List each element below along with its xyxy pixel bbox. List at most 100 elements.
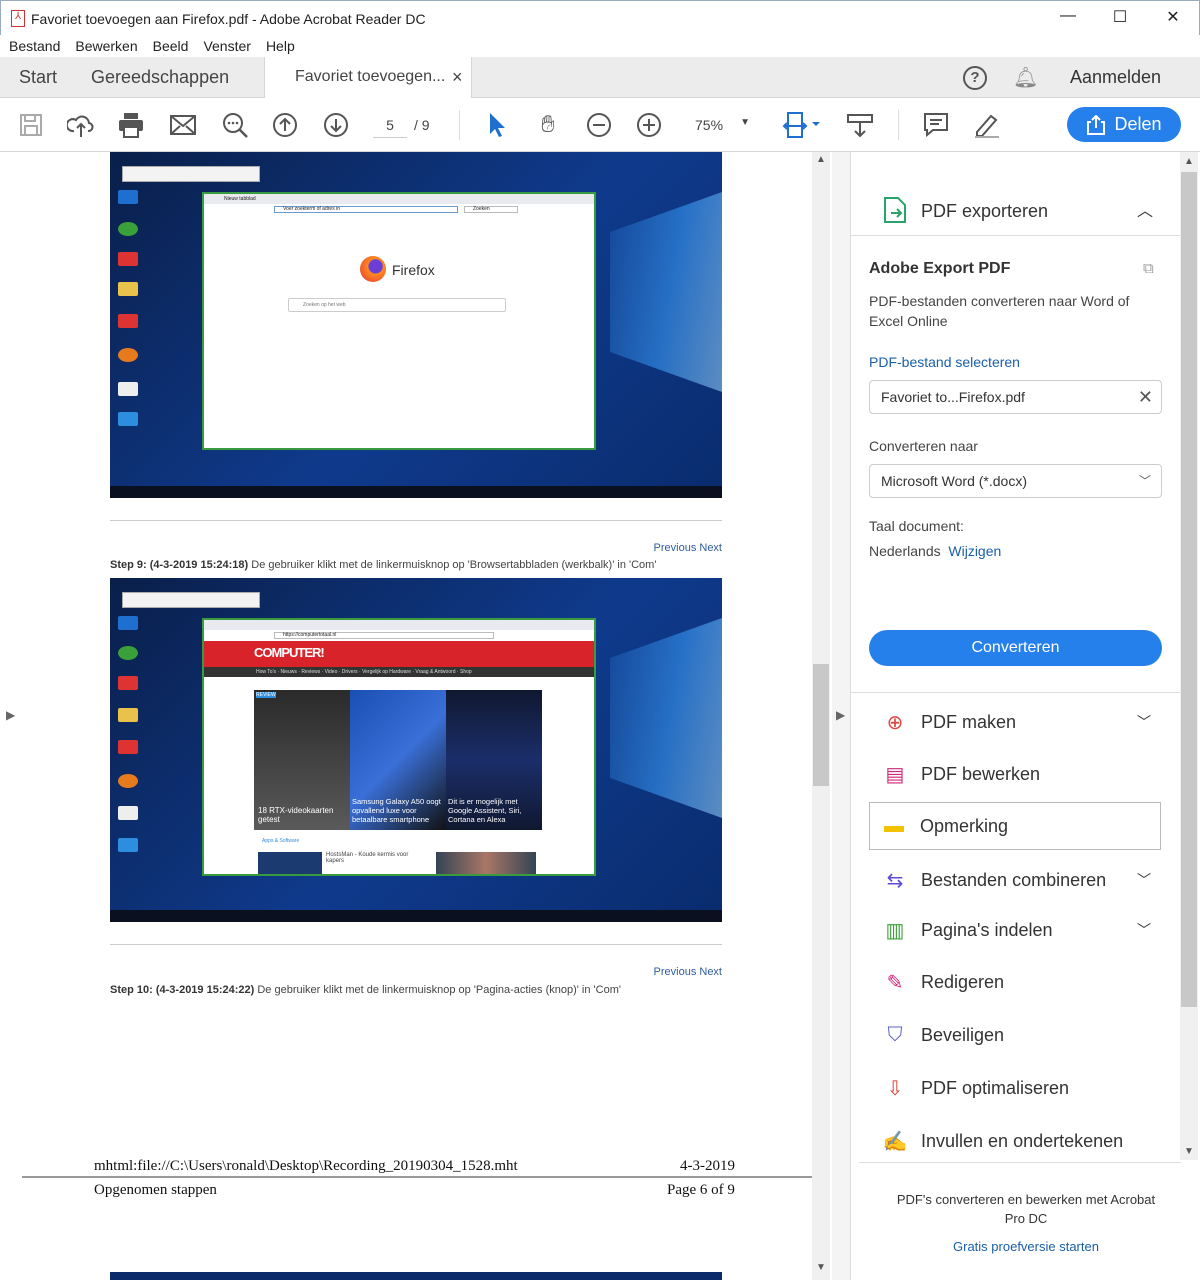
highlight-pen-icon[interactable] — [970, 108, 1004, 142]
zoom-dropdown[interactable]: 75% ▼ — [682, 117, 758, 133]
email-icon[interactable] — [166, 108, 200, 142]
screenshot-step-9: https://computertotaal.nl COMPUTER! How … — [110, 578, 722, 922]
chevron-up-icon[interactable]: ︿ — [1137, 197, 1153, 221]
export-pdf-icon — [883, 196, 907, 229]
footer-title: Opgenomen stappen — [94, 1182, 217, 1198]
tool-organize-pages[interactable]: ▥ Pagina's indelen ﹀ — [871, 910, 1163, 950]
scroll-mode-icon[interactable] — [843, 108, 877, 142]
promo-text: PDF's converteren en bewerken met Acroba… — [896, 1192, 1156, 1226]
browser-window: https://computertotaal.nl COMPUTER! How … — [202, 618, 596, 876]
export-pdf-header[interactable]: PDF exporteren ︿ — [851, 182, 1181, 236]
select-file-link[interactable]: PDF-bestand selecteren — [869, 354, 1020, 370]
toolbar: 5 / 9 ✋︎ 75% ▼ Delen — [0, 98, 1200, 152]
select-cursor-icon[interactable] — [480, 108, 514, 142]
export-pdf-title: PDF exporteren — [921, 201, 1049, 221]
document-scrollbar[interactable]: ▲ ▼ — [812, 152, 830, 1280]
convert-to-value: Microsoft Word (*.docx) — [881, 473, 1027, 489]
selected-file-value: Favoriet to...Firefox.pdf — [881, 389, 1025, 405]
menu-help[interactable]: Help — [266, 38, 295, 54]
pdf-page: Nieuw tabblad Voer zoekterm of adres in … — [22, 152, 812, 1280]
browser-tab-label: Nieuw tabblad — [204, 194, 594, 204]
tab-document[interactable]: Favoriet toevoegen... × — [264, 57, 472, 99]
menu-beeld[interactable]: Beeld — [153, 38, 189, 54]
free-trial-link[interactable]: Gratis proefversie starten — [891, 1239, 1161, 1254]
tool-optimize-pdf[interactable]: ⇩ PDF optimaliseren — [871, 1068, 1163, 1108]
scrollbar-thumb[interactable] — [1181, 172, 1197, 1007]
hand-tool-icon[interactable]: ✋︎ — [531, 108, 565, 142]
tool-label: PDF maken — [921, 711, 1017, 732]
scrollbar-thumb[interactable] — [813, 664, 829, 786]
tool-edit-pdf[interactable]: ▤ PDF bewerken — [871, 754, 1163, 794]
combine-files-icon: ⇆ — [886, 869, 904, 892]
tab-close-icon[interactable]: × — [452, 57, 463, 97]
fill-sign-icon: ✍ — [882, 1130, 908, 1153]
bell-icon[interactable]: 🔔︎ — [1013, 65, 1038, 90]
maximize-button[interactable]: ☐ — [1105, 7, 1135, 29]
tool-protect[interactable]: ⛉ Beveiligen — [871, 1015, 1163, 1055]
tool-label: Pagina's indelen — [921, 919, 1053, 940]
convert-to-dropdown[interactable]: Microsoft Word (*.docx) ﹀ — [869, 464, 1162, 498]
previous-next-links[interactable]: Previous Next — [654, 966, 722, 978]
article-card: Samsung Galaxy A50 oogt opvallend luxe v… — [352, 797, 441, 824]
page-number-input[interactable]: 5 — [373, 117, 407, 138]
find-icon[interactable] — [218, 108, 252, 142]
close-button[interactable]: ✕ — [1158, 7, 1188, 29]
review-item: HostsMan - Koude kermis voor kapers — [326, 852, 409, 864]
tool-combine-files[interactable]: ⇆ Bestanden combineren ﹀ — [871, 860, 1163, 900]
clear-icon[interactable]: ✕ — [1138, 381, 1153, 413]
tab-start[interactable]: Start — [19, 57, 57, 98]
save-icon[interactable] — [14, 108, 48, 142]
panel-splitter[interactable]: ▶ — [832, 152, 850, 1280]
minimize-button[interactable]: — — [1053, 7, 1083, 29]
menu-bewerken[interactable]: Bewerken — [75, 38, 137, 54]
tool-label: PDF optimaliseren — [921, 1077, 1070, 1098]
zoom-in-icon[interactable] — [632, 108, 666, 142]
cloud-upload-icon[interactable] — [64, 108, 98, 142]
menu-venster[interactable]: Venster — [203, 38, 250, 54]
browser-search-bar: Zoeken — [464, 206, 518, 213]
left-pane-toggle-icon[interactable]: ▶ — [6, 708, 15, 722]
zoom-value: 75% — [695, 117, 724, 133]
selected-file-field[interactable]: Favoriet to...Firefox.pdf ✕ — [869, 380, 1162, 414]
browser-window: Nieuw tabblad Voer zoekterm of adres in … — [202, 192, 596, 450]
copy-icon[interactable]: ⧉ — [1143, 260, 1154, 277]
pdf-file-icon: ⅄ — [11, 10, 25, 27]
tool-label: PDF bewerken — [921, 763, 1041, 784]
edit-pdf-icon: ▤ — [885, 763, 905, 786]
tool-create-pdf[interactable]: ⊕ PDF maken ﹀ — [871, 702, 1163, 742]
next-page-icon[interactable] — [319, 108, 353, 142]
language-value: Nederlands — [869, 543, 941, 559]
comment-icon[interactable] — [919, 108, 953, 142]
step-10-text: Step 10: (4-3-2019 15:24:22) De gebruike… — [110, 984, 621, 996]
signin-button[interactable]: Aanmelden — [1070, 57, 1161, 98]
fit-page-icon[interactable] — [780, 108, 824, 142]
redact-icon: ✎ — [886, 971, 904, 994]
menu-bestand[interactable]: Bestand — [9, 38, 60, 54]
zoom-out-icon[interactable] — [582, 108, 616, 142]
screenshot-step-8: Nieuw tabblad Voer zoekterm of adres in … — [110, 152, 722, 498]
convert-button[interactable]: Converteren — [869, 630, 1162, 666]
web-search-box: Zoeken op het web — [288, 298, 506, 312]
tool-redact[interactable]: ✎ Redigeren — [871, 962, 1163, 1002]
collapse-panel-icon[interactable]: ▶ — [836, 708, 845, 722]
menu-bar: Bestand Bewerken Beeld Venster Help — [0, 35, 1200, 57]
step-9-text: Step 9: (4-3-2019 15:24:18) De gebruiker… — [110, 559, 656, 571]
share-button[interactable]: Delen — [1067, 107, 1181, 142]
footer-path: mhtml:file://C:\Users\ronald\Desktop\Rec… — [94, 1158, 518, 1174]
tab-tools[interactable]: Gereedschappen — [91, 57, 229, 98]
tool-comment[interactable]: ▬ Opmerking — [869, 802, 1161, 850]
chevron-down-icon[interactable]: ﹀ — [1137, 920, 1151, 940]
page-total: / 9 — [414, 117, 430, 133]
chevron-down-icon[interactable]: ﹀ — [1137, 712, 1151, 732]
footer-rule — [22, 1176, 812, 1178]
chevron-down-icon: ﹀ — [1138, 474, 1151, 488]
panel-scrollbar[interactable]: ▲ ▼ — [1180, 152, 1198, 1160]
help-icon[interactable]: ? — [963, 66, 987, 90]
change-language-link[interactable]: Wijzigen — [948, 543, 1001, 559]
tool-fill-sign[interactable]: ✍ Invullen en ondertekenen — [871, 1121, 1163, 1161]
print-icon[interactable] — [114, 108, 148, 142]
previous-next-links[interactable]: Previous Next — [654, 542, 722, 554]
chevron-down-icon[interactable]: ﹀ — [1137, 870, 1151, 890]
previous-page-icon[interactable] — [268, 108, 302, 142]
tab-document-label: Favoriet toevoegen... — [295, 68, 446, 85]
